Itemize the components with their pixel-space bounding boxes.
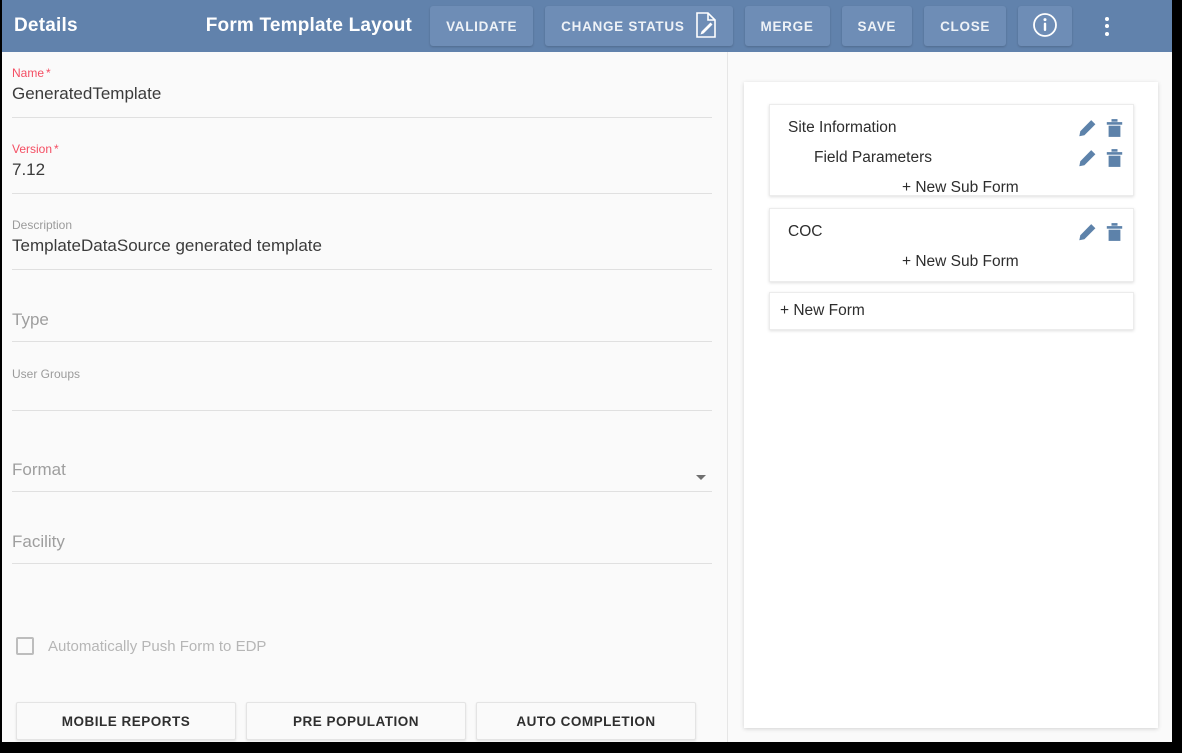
trash-icon[interactable] <box>1106 119 1123 138</box>
forms-panel: Site Information Field Parameters + New … <box>744 82 1158 728</box>
form-row-field-parameters[interactable]: Field Parameters <box>770 143 1133 173</box>
form-card: COC + New Sub Form <box>769 208 1134 282</box>
field-description-label: Description <box>12 218 73 232</box>
new-form-card[interactable]: + New Form <box>769 292 1134 330</box>
auto-completion-button[interactable]: AUTO COMPLETION <box>476 702 696 740</box>
field-description[interactable]: Description TemplateDataSource generated… <box>12 218 712 270</box>
new-form-row[interactable]: + New Form <box>770 296 865 326</box>
merge-button-label: MERGE <box>760 18 814 34</box>
field-name-label: Name * <box>12 66 51 80</box>
validate-button-label: VALIDATE <box>446 18 518 34</box>
details-form-pane: Name * GeneratedTemplate Version * 7.12 De… <box>2 52 728 742</box>
bottom-action-bar: MOBILE REPORTS PRE POPULATION AUTO COMPL… <box>16 702 696 740</box>
pencil-icon[interactable] <box>1078 223 1097 242</box>
new-sub-form-row[interactable]: + New Sub Form <box>770 173 1133 203</box>
field-version-label: Version * <box>12 142 59 156</box>
field-format[interactable]: Format <box>12 457 712 492</box>
mobile-reports-button[interactable]: MOBILE REPORTS <box>16 702 236 740</box>
field-type[interactable]: Type <box>12 307 712 342</box>
push-to-edp-label: Automatically Push Form to EDP <box>48 637 267 655</box>
subform-row-actions <box>1078 149 1123 168</box>
form-name-label: COC <box>788 223 823 240</box>
form-row-site-information[interactable]: Site Information <box>770 113 1133 143</box>
kebab-dot <box>1105 24 1110 28</box>
field-name[interactable]: Name * GeneratedTemplate <box>12 66 712 118</box>
document-edit-icon <box>695 11 717 41</box>
header-actions: VALIDATE CHANGE STATUS MERGE SAVE CLOSE <box>430 0 1128 52</box>
trash-icon[interactable] <box>1106 149 1123 168</box>
field-facility-placeholder: Facility <box>12 532 65 551</box>
pre-population-button[interactable]: PRE POPULATION <box>246 702 466 740</box>
field-type-placeholder: Type <box>12 310 49 329</box>
panel-title-details: Details <box>14 15 78 36</box>
push-to-edp-checkbox[interactable] <box>16 637 34 655</box>
trash-icon[interactable] <box>1106 223 1123 242</box>
close-button-label: CLOSE <box>940 18 991 34</box>
field-version-value: 7.12 <box>12 160 46 179</box>
save-button-label: SAVE <box>857 18 897 34</box>
chevron-down-icon[interactable] <box>696 475 706 480</box>
form-row-actions <box>1078 119 1123 138</box>
kebab-dot <box>1105 31 1110 36</box>
field-version[interactable]: Version * 7.12 <box>12 142 712 194</box>
info-button[interactable] <box>1018 6 1073 46</box>
field-user-groups[interactable]: User Groups <box>12 367 712 411</box>
content-area: Name * GeneratedTemplate Version * 7.12 De… <box>2 52 1172 742</box>
pencil-icon[interactable] <box>1078 149 1097 168</box>
app-surface: Details Form Template Layout VALIDATE CH… <box>2 0 1172 742</box>
field-name-value: GeneratedTemplate <box>12 84 162 103</box>
close-button[interactable]: CLOSE <box>924 6 1007 46</box>
new-form-link[interactable]: + New Form <box>780 302 865 320</box>
field-facility[interactable]: Facility <box>12 529 712 564</box>
field-description-value: TemplateDataSource generated template <box>12 236 322 255</box>
required-asterisk: * <box>46 66 51 80</box>
new-sub-form-link[interactable]: + New Sub Form <box>902 179 1019 197</box>
subform-name-label: Field Parameters <box>814 149 933 166</box>
form-name-label: Site Information <box>788 119 897 136</box>
app-header-bar: Details Form Template Layout VALIDATE CH… <box>2 0 1172 52</box>
more-vertical-icon[interactable] <box>1090 6 1124 46</box>
info-circle-icon <box>1032 12 1058 41</box>
save-button[interactable]: SAVE <box>841 6 913 46</box>
required-asterisk: * <box>54 142 59 156</box>
validate-button[interactable]: VALIDATE <box>430 6 534 46</box>
field-user-groups-label: User Groups <box>12 367 81 381</box>
form-row-coc[interactable]: COC <box>770 217 1133 247</box>
merge-button[interactable]: MERGE <box>744 6 830 46</box>
form-structure-pane: Site Information Field Parameters + New … <box>729 52 1172 742</box>
form-card: Site Information Field Parameters + New … <box>769 104 1134 196</box>
new-sub-form-row[interactable]: + New Sub Form <box>770 247 1133 277</box>
page-title: Form Template Layout <box>205 15 413 36</box>
form-row-actions <box>1078 223 1123 242</box>
change-status-button[interactable]: CHANGE STATUS <box>545 6 733 46</box>
window-frame: Details Form Template Layout VALIDATE CH… <box>0 0 1182 753</box>
push-to-edp-row: Automatically Push Form to EDP <box>16 637 266 655</box>
field-format-placeholder: Format <box>12 460 66 479</box>
change-status-button-label: CHANGE STATUS <box>561 18 685 34</box>
pencil-icon[interactable] <box>1078 119 1097 138</box>
new-sub-form-link[interactable]: + New Sub Form <box>902 253 1019 271</box>
kebab-dot <box>1105 16 1110 21</box>
